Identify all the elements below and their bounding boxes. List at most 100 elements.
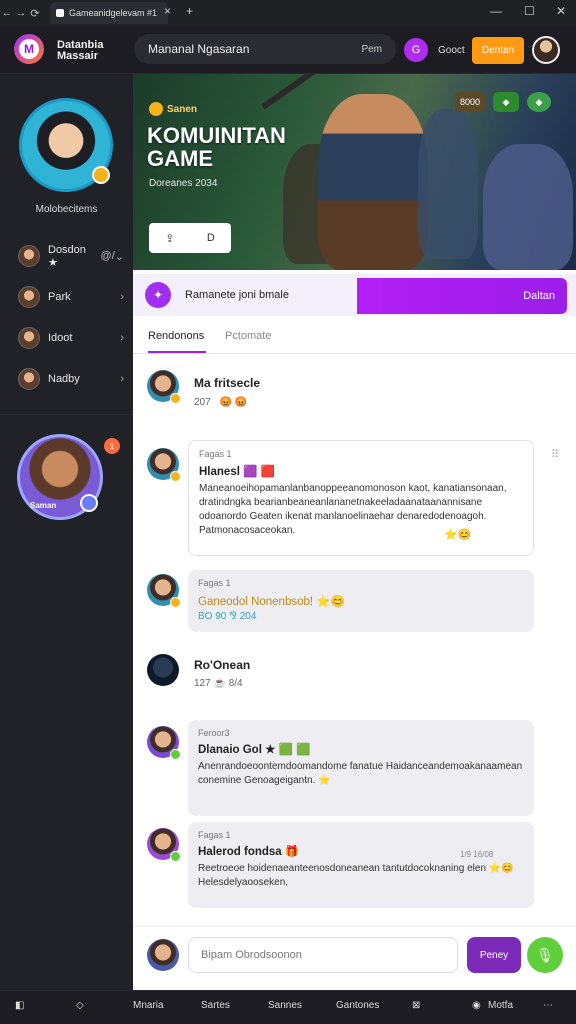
avatar — [18, 245, 40, 267]
banner-tag-label: Sanen — [167, 103, 198, 115]
avatar — [18, 286, 40, 308]
status-dot — [170, 597, 181, 608]
chevron-right-icon: › — [120, 332, 124, 344]
tab-popular[interactable]: Pctomate — [225, 330, 271, 342]
card-body: Reetroeoe hoidenaeanteenosdoneanean tant… — [198, 863, 514, 888]
notification-badge[interactable]: 1 — [104, 438, 120, 454]
tab-close-icon[interactable]: × — [164, 4, 171, 18]
search-value: Mananal Ngasaran — [148, 42, 250, 56]
browser-chrome: ← → ⟳ Gameanidgelevam #1 × + — ☐ ✕ — [0, 0, 576, 26]
active-tab-indicator — [148, 351, 206, 353]
status-dot — [170, 851, 181, 862]
profile-name: Molobecitems — [35, 204, 98, 215]
card-body: Maneanoeihopamanlanbanoppeeanomonoson ka… — [199, 483, 507, 536]
avatar[interactable] — [147, 726, 181, 760]
new-tab-icon[interactable]: + — [186, 4, 193, 18]
post-count: 207 — [194, 397, 211, 408]
bottom-item-right[interactable]: Motfa — [488, 1000, 513, 1011]
bottom-item-2[interactable]: Sartes — [201, 1000, 230, 1011]
promo-text: Ramanete joni bmale — [185, 289, 289, 301]
hero-character — [318, 94, 428, 270]
home-icon[interactable]: ◧ — [15, 1000, 24, 1011]
promo-button[interactable]: Daltan — [357, 278, 567, 314]
card-label: Fagas 1 — [199, 449, 232, 459]
maximize-icon[interactable]: ☐ — [524, 4, 535, 18]
user-avatar[interactable] — [532, 36, 560, 64]
card-title: Ganeodol Nonenbsob! ⭐😊 — [198, 596, 345, 608]
sidebar-item-label: Idoot — [48, 332, 73, 344]
tab-recent[interactable]: Rendonons — [148, 330, 204, 342]
message-composer: Bipam Obrodsoonon Peney 🎙 — [133, 926, 576, 990]
avatar[interactable] — [147, 370, 181, 404]
mic-icon[interactable]: 🎙 — [527, 937, 563, 973]
bottom-bar: ◧ ◇ Mnaria Sartes Sannes Gantones ⊠ ◉ Mo… — [0, 990, 576, 1024]
back-icon[interactable]: ← — [0, 7, 14, 19]
reload-icon[interactable]: ⟳ — [28, 7, 42, 20]
reaction-icons[interactable]: 😡 😡 — [219, 397, 247, 408]
sidebar-item-label: Nadby — [48, 373, 80, 385]
search-input[interactable]: Mananal Ngasaran Pem — [134, 34, 396, 64]
message-card[interactable]: Feroor3 Dlanaio Gol ★ 🟩 🟩 Anenrandoeoont… — [188, 720, 534, 816]
avatar[interactable] — [147, 654, 179, 686]
sidebar-item-friend-2[interactable]: Park › — [18, 285, 124, 309]
card-label: Feroor3 — [198, 728, 230, 738]
xbox-icon[interactable]: ◆ — [493, 92, 519, 112]
status-dot — [170, 749, 181, 760]
bottom-item-4[interactable]: Gantones — [336, 1000, 379, 1011]
monster-character — [483, 144, 573, 270]
status-dot — [170, 471, 181, 482]
image-icon[interactable]: ⊠ — [412, 1000, 420, 1011]
reaction-icons[interactable]: ⭐😊 — [444, 528, 471, 541]
bottom-item-3[interactable]: Sannes — [268, 1000, 302, 1011]
explore-icon[interactable]: ◇ — [76, 1000, 84, 1011]
bookmark-icon[interactable]: D — [207, 232, 215, 244]
primary-action-button[interactable]: Dentan — [472, 37, 524, 64]
stats-badge[interactable]: 8000 — [455, 92, 485, 112]
message-card[interactable]: Fagas 1 Halerod fondsa 🎁 1/9 16/08 Reetr… — [188, 822, 534, 908]
card-body: Anenrandoeoontemdoomandome fanatue Haida… — [198, 761, 523, 786]
search-button[interactable]: Pem — [361, 44, 382, 55]
message-card[interactable]: Fagas 1 Ganeodol Nonenbsob! ⭐😊 BO 90 ⅋ 2… — [188, 570, 534, 632]
divider — [0, 414, 133, 415]
status-dot — [170, 393, 181, 404]
card-title: Hlanesl 🟪 🟥 — [199, 466, 275, 478]
message-card[interactable]: Fagas 1 Hlanesl 🟪 🟥 Maneanoeihopamanlanb… — [188, 440, 534, 556]
main-content: Sanen KOMUINITAN GAME Doreanes 2034 ⇪ D … — [133, 74, 576, 990]
sidebar-item-friend-4[interactable]: Nadby › — [18, 367, 124, 391]
tab-bar: Rendonons Pctomate — [133, 322, 576, 354]
post-meta: 127 ☕ 8/4 — [194, 678, 243, 689]
card-title: Dlanaio Gol ★ 🟩 🟩 — [198, 744, 311, 756]
bottom-item-1[interactable]: Mnaria — [133, 1000, 164, 1011]
drag-handle-icon[interactable]: ⠿ — [551, 448, 559, 461]
forward-icon[interactable]: → — [14, 7, 28, 19]
sidebar-item-friend-3[interactable]: Idoot › — [18, 326, 124, 350]
avatar[interactable] — [147, 448, 181, 482]
shield-icon — [80, 494, 98, 512]
banner-title: KOMUINITAN GAME — [147, 123, 286, 171]
coin-icon — [149, 102, 163, 116]
banner-actions: ⇪ D — [149, 223, 231, 253]
logo[interactable]: M — [14, 34, 44, 64]
card-meta: BO 90 ⅋ 204 — [198, 611, 257, 622]
minimize-icon[interactable]: — — [490, 4, 502, 18]
share-icon[interactable]: ⇪ — [165, 232, 174, 245]
hero-banner: Sanen KOMUINITAN GAME Doreanes 2034 ⇪ D … — [133, 74, 576, 270]
browser-tab[interactable]: Gameanidgelevam #1 — [50, 2, 168, 24]
android-icon[interactable]: ◆ — [527, 92, 551, 112]
send-button[interactable]: Peney — [467, 937, 521, 973]
banner-badges: 8000 ◆ ◆ — [455, 92, 551, 112]
profile-icon[interactable]: ◉ — [472, 1000, 481, 1011]
message-input[interactable]: Bipam Obrodsoonon — [188, 937, 458, 973]
favicon-icon — [56, 9, 64, 17]
post-meta: 207 😡 😡 — [194, 397, 247, 408]
sidebar-item-label: Dosdon ★ — [48, 243, 86, 269]
top-link[interactable]: Gooct — [438, 45, 465, 56]
more-icon[interactable]: ⋯ — [543, 1000, 553, 1011]
sidebar-item-friend-1[interactable]: Dosdon ★ @/ ⌄ — [18, 243, 124, 269]
avatar[interactable] — [147, 828, 181, 862]
game-icon-button[interactable]: G — [404, 38, 428, 62]
avatar[interactable] — [147, 574, 181, 608]
top-bar: M Datanbia Massair Mananal Ngasaran Pem … — [0, 26, 576, 74]
close-window-icon[interactable]: ✕ — [556, 4, 566, 18]
card-label: Fagas 1 — [198, 830, 231, 840]
